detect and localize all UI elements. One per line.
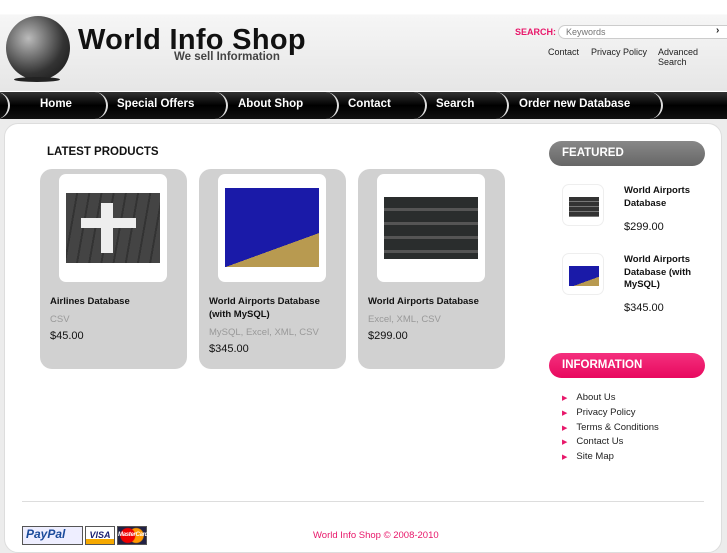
footer-divider xyxy=(22,501,704,502)
product-name[interactable]: World Airports Database (with MySQL) xyxy=(209,295,339,321)
information-heading: INFORMATION xyxy=(549,353,705,378)
product-thumbnail[interactable] xyxy=(218,174,326,282)
info-link-terms[interactable]: ▶ Terms & Conditions xyxy=(562,422,659,433)
plane-image-icon xyxy=(66,193,160,263)
airport-sign-image-icon xyxy=(225,188,319,267)
link-label[interactable]: Site Map xyxy=(576,451,614,462)
top-link-privacy[interactable]: Privacy Policy xyxy=(591,47,647,57)
info-link-site-map[interactable]: ▶ Site Map xyxy=(562,451,614,462)
airport-sign-image-icon xyxy=(569,266,599,286)
product-formats: Excel, XML, CSV xyxy=(368,314,441,325)
departure-board-image-icon xyxy=(569,197,599,217)
mastercard-logo: MasterCard xyxy=(117,526,148,545)
featured-thumbnail[interactable] xyxy=(562,184,604,226)
latest-products-heading: LATEST PRODUCTS xyxy=(47,146,159,158)
product-price: $45.00 xyxy=(50,330,84,342)
info-link-privacy-policy[interactable]: ▶ Privacy Policy xyxy=(562,407,636,418)
product-card[interactable]: World Airports Database (with MySQL) MyS… xyxy=(199,169,346,369)
top-link-contact[interactable]: Contact xyxy=(548,47,579,57)
link-label[interactable]: Contact Us xyxy=(576,436,623,447)
copyright: World Info Shop © 2008-2010 xyxy=(313,530,439,541)
bullet-arrow-icon: ▶ xyxy=(562,410,568,417)
visa-logo: VISA xyxy=(85,526,115,545)
link-label[interactable]: Privacy Policy xyxy=(576,407,635,418)
nav-start-cap xyxy=(0,92,10,119)
product-thumbnail[interactable] xyxy=(377,174,485,282)
product-thumbnail[interactable] xyxy=(59,174,167,282)
product-formats: CSV xyxy=(50,314,70,325)
nav-home[interactable]: Home xyxy=(30,92,108,119)
info-link-contact-us[interactable]: ▶ Contact Us xyxy=(562,436,623,447)
product-card[interactable]: Airlines Database CSV $45.00 xyxy=(40,169,187,369)
main-nav: Home Special Offers About Shop Contact S… xyxy=(0,91,727,119)
product-name[interactable]: World Airports Database xyxy=(368,295,498,308)
product-formats: MySQL, Excel, XML, CSV xyxy=(209,327,319,338)
product-card[interactable]: World Airports Database Excel, XML, CSV … xyxy=(358,169,505,369)
top-link-advanced-search[interactable]: Advanced Search xyxy=(658,47,727,67)
link-label[interactable]: Terms & Conditions xyxy=(576,422,658,433)
info-link-about-us[interactable]: ▶ About Us xyxy=(562,392,615,403)
nav-search[interactable]: Search xyxy=(426,92,509,119)
nav-order-new-database[interactable]: Order new Database xyxy=(509,92,663,119)
search-submit-icon[interactable]: › xyxy=(716,25,719,36)
bullet-arrow-icon: ▶ xyxy=(562,395,568,402)
nav-special-offers[interactable]: Special Offers xyxy=(107,92,228,119)
featured-heading: FEATURED xyxy=(549,141,705,166)
nav-about-shop[interactable]: About Shop xyxy=(228,92,339,119)
product-name[interactable]: Airlines Database xyxy=(50,295,180,308)
search-label: SEARCH: xyxy=(515,27,557,37)
logo-shadow xyxy=(14,77,60,82)
nav-contact[interactable]: Contact xyxy=(338,92,427,119)
bullet-arrow-icon: ▶ xyxy=(562,439,568,446)
globe-logo-icon[interactable] xyxy=(6,16,70,80)
featured-price: $345.00 xyxy=(624,302,664,314)
tagline: We sell Information xyxy=(174,51,280,63)
featured-name[interactable]: World Airports Database xyxy=(624,185,704,210)
bullet-arrow-icon: ▶ xyxy=(562,454,568,461)
product-price: $345.00 xyxy=(209,343,249,355)
bullet-arrow-icon: ▶ xyxy=(562,425,568,432)
featured-price: $299.00 xyxy=(624,221,664,233)
product-price: $299.00 xyxy=(368,330,408,342)
search-input[interactable] xyxy=(558,25,727,39)
paypal-logo: PayPal xyxy=(22,526,83,545)
featured-name[interactable]: World Airports Database (with MySQL) xyxy=(624,254,704,292)
link-label[interactable]: About Us xyxy=(576,392,615,403)
departure-board-image-icon xyxy=(384,197,478,259)
featured-thumbnail[interactable] xyxy=(562,253,604,295)
